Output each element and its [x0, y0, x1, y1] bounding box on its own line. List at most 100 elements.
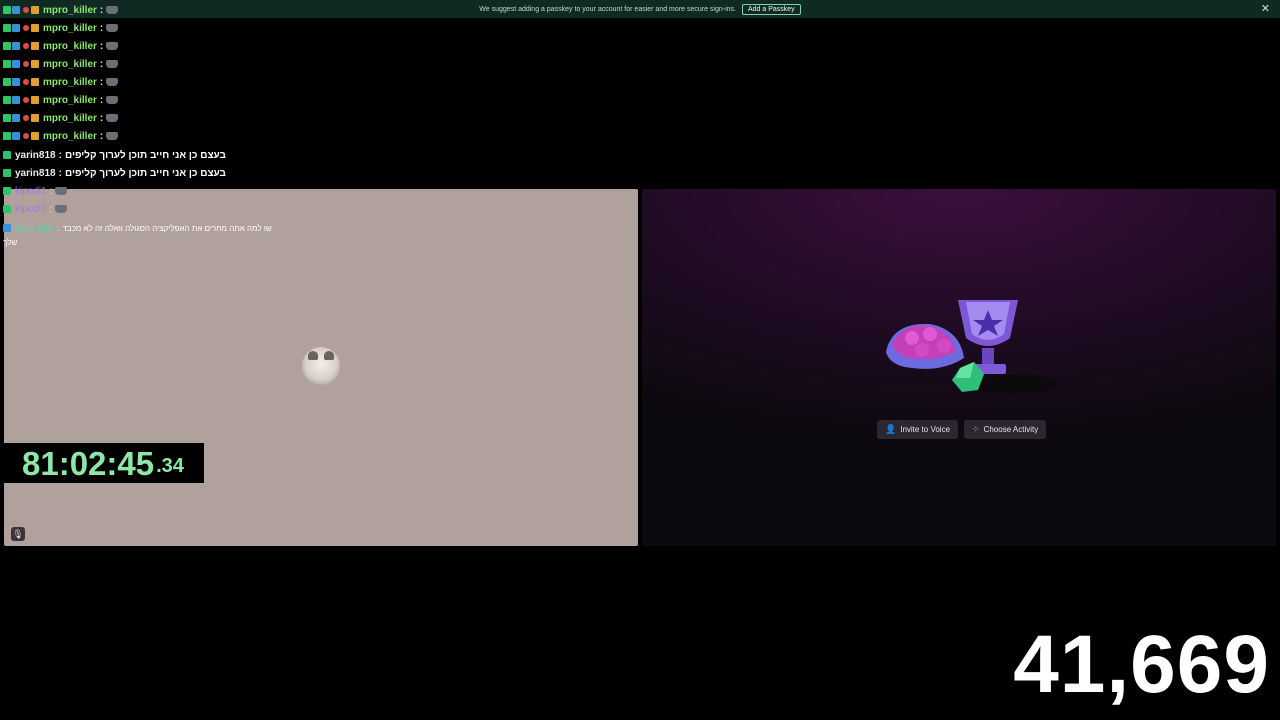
chat-text: שו למה אתה מחרים את האפליקציה הסגולה ווא…: [62, 223, 272, 233]
emote-icon: [106, 42, 119, 50]
chat-username: mpro_killer: [15, 223, 55, 233]
chat-username: kipodi1: [15, 185, 47, 197]
chat-separator: :: [99, 112, 104, 124]
crown-badge-icon: [31, 132, 39, 140]
chat-username: mpro_killer: [43, 4, 97, 16]
emote-icon: [106, 24, 119, 32]
chat-username: mpro_killer: [43, 40, 97, 52]
invite-to-voice-button[interactable]: 👤 Invite to Voice: [877, 420, 959, 439]
badge-icon: [3, 96, 11, 104]
badge-icon: [23, 7, 29, 13]
choose-label: Choose Activity: [983, 425, 1039, 434]
badge-icon: [3, 78, 11, 86]
badge-icon: [12, 96, 20, 104]
badge-icon: [3, 169, 11, 177]
close-icon[interactable]: ✕: [1261, 2, 1270, 15]
chat-message: mpro_killer :: [3, 55, 119, 73]
chat-message: yarin818 : בעצם כן אני חייב תוכן לערוך ק…: [3, 146, 226, 164]
chat-username: yarin818: [15, 149, 56, 161]
emote-icon: [106, 78, 119, 86]
chat-message: mpro_killer :: [3, 91, 119, 109]
badge-icon: [23, 25, 29, 31]
badge-icon: [3, 60, 11, 68]
badge-icon: [12, 78, 20, 86]
person-add-icon: 👤: [885, 424, 897, 434]
chat-separator: :: [57, 223, 60, 233]
chat-separator: :: [99, 22, 104, 34]
badge-icon: [3, 187, 11, 195]
chat-text: בעצם כן אני חייב תוכן לערוך קליפים: [64, 149, 226, 161]
chat-separator: :: [99, 94, 104, 106]
badge-icon: [3, 205, 11, 213]
chat-separator: :: [58, 167, 62, 179]
passkey-banner: We suggest adding a passkey to your acco…: [0, 0, 1280, 18]
crown-badge-icon: [31, 114, 39, 122]
chat-username: mpro_killer: [43, 112, 97, 124]
badge-icon: [12, 24, 20, 32]
chat-separator: :: [49, 185, 53, 197]
badge-icon: [12, 114, 20, 122]
badge-icon: [12, 60, 20, 68]
timer-fraction: .34: [156, 455, 184, 477]
emote-icon: [55, 205, 68, 213]
chat-message: mpro_killer : שו למה אתה מחרים את האפליק…: [3, 219, 272, 237]
camera-tile[interactable]: 🎙: [4, 189, 638, 546]
emote-icon: [106, 60, 119, 68]
chat-message: mpro_killer :: [3, 73, 119, 91]
avatar: [302, 347, 340, 385]
chat-username: mpro_killer: [43, 94, 97, 106]
activity-grid-icon: ⁘: [972, 424, 980, 434]
chat-separator: :: [58, 149, 62, 161]
chat-separator: :: [49, 203, 53, 215]
crown-badge-icon: [31, 24, 39, 32]
badge-icon: [23, 61, 29, 67]
badge-icon: [12, 42, 20, 50]
invite-label: Invite to Voice: [900, 425, 951, 434]
badge-icon: [3, 151, 11, 159]
badge-icon: [3, 24, 11, 32]
emote-icon: [106, 114, 119, 122]
viewer-counter: 41,669: [1013, 619, 1270, 710]
chat-message: yarin818 : בעצם כן אני חייב תוכן לערוך ק…: [3, 164, 226, 182]
badge-icon: [3, 114, 11, 122]
badge-icon: [23, 43, 29, 49]
badge-icon: [3, 224, 11, 232]
chat-message: mpro_killer :: [3, 19, 119, 37]
add-passkey-button[interactable]: Add a Passkey: [741, 3, 801, 15]
chat-username: yarin818: [15, 167, 56, 179]
chat-username: mpro_killer: [43, 76, 97, 88]
badge-icon: [23, 133, 29, 139]
crown-badge-icon: [31, 60, 39, 68]
timer-main: 81:02:45: [22, 445, 155, 482]
emote-icon: [55, 187, 68, 195]
chat-text-continuation: שלך: [3, 238, 18, 247]
badge-icon: [12, 6, 20, 14]
badge-icon: [3, 6, 11, 14]
chat-separator: :: [99, 40, 104, 52]
badge-icon: [3, 42, 11, 50]
chat-message: mpro_killer :: [3, 109, 119, 127]
chat-username: mpro_killer: [43, 22, 97, 34]
chat-message: kipodi1 :: [3, 200, 68, 218]
mute-icon: 🎙: [11, 527, 25, 541]
stream-timer: 81:02:45 .34: [4, 443, 204, 483]
badge-icon: [3, 132, 11, 140]
chat-separator: :: [99, 76, 104, 88]
trophy-illustration-icon: [886, 300, 1057, 394]
chat-message: kipodi1 :: [3, 182, 68, 200]
crown-badge-icon: [31, 96, 39, 104]
crown-badge-icon: [31, 78, 39, 86]
crown-badge-icon: [31, 6, 39, 14]
chat-message: mpro_killer :: [3, 1, 119, 19]
choose-activity-button[interactable]: ⁘ Choose Activity: [964, 420, 1047, 439]
badge-icon: [23, 115, 29, 121]
chat-username: kipodi1: [15, 203, 47, 215]
chat-message: mpro_killer :: [3, 37, 119, 55]
badge-icon: [12, 132, 20, 140]
passkey-banner-text: We suggest adding a passkey to your acco…: [479, 5, 736, 13]
emote-icon: [106, 96, 119, 104]
chat-separator: :: [99, 58, 104, 70]
emote-icon: [106, 132, 119, 140]
chat-separator: :: [99, 4, 104, 16]
chat-text: בעצם כן אני חייב תוכן לערוך קליפים: [64, 167, 226, 179]
